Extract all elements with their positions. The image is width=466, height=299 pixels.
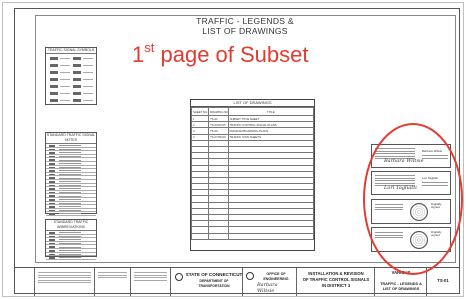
annotation-ordinal: st [144,40,155,55]
office-name: OFFICE OF ENGINEERING [263,272,289,281]
symbols-legend: TRAFFIC SIGNAL SYMBOLS [45,47,97,105]
notes-legend: STANDARD TRAFFIC SIGNAL NOTES [45,132,97,216]
drawing-number: TS-01 [437,278,449,283]
agency-dept: DEPARTMENT OF TRANSPORTATION [198,279,230,288]
annotation-text: page of Subset [154,42,309,67]
table-row [190,232,315,240]
abbreviations-legend-title: STANDARD TRAFFIC ABBREVIATIONS [46,220,96,231]
highlight-circle [363,123,463,275]
agency-name: STATE OF CONNECTICUT [185,272,243,277]
column-header: SHEET NO. [190,107,210,116]
title-block-signature: Barbara Wiltsie [257,282,278,294]
sheet-title: TRAFFIC - LEGENDS & LIST OF DRAWINGS [145,16,345,36]
column-header: DRAWING NO. [208,107,229,116]
list-of-drawings-table: LIST OF DRAWINGS SHEET NO. DRAWING NO. T… [190,99,315,251]
project-title-3: IN DISTRICT 3 [321,283,351,288]
abbreviations-legend: STANDARD TRAFFIC ABBREVIATIONS [45,219,97,260]
table-header-row: SHEET NO. DRAWING NO. TITLE [190,107,315,116]
project-title-1: INSTALLATION & REVISION [308,271,364,276]
ct-seal-icon [175,273,183,281]
title-block: STATE OF CONNECTICUT DEPARTMENT OF TRANS… [15,267,459,296]
notes-legend-title: STANDARD TRAFFIC SIGNAL NOTES [46,133,96,144]
column-header: TITLE [227,107,315,116]
annotation-number: 1 [132,42,145,67]
project-title-2: OF TRAFFIC CONTROL SIGNALS [302,277,370,282]
subset-annotation: 1st page of Subset [132,40,309,68]
sheet-title-line2: LIST OF DRAWINGS [202,25,288,36]
sheet-name-2: LIST OF DRAWINGS [382,287,420,291]
office-logo-icon [246,272,254,280]
list-of-drawings-title: LIST OF DRAWINGS [191,100,314,107]
